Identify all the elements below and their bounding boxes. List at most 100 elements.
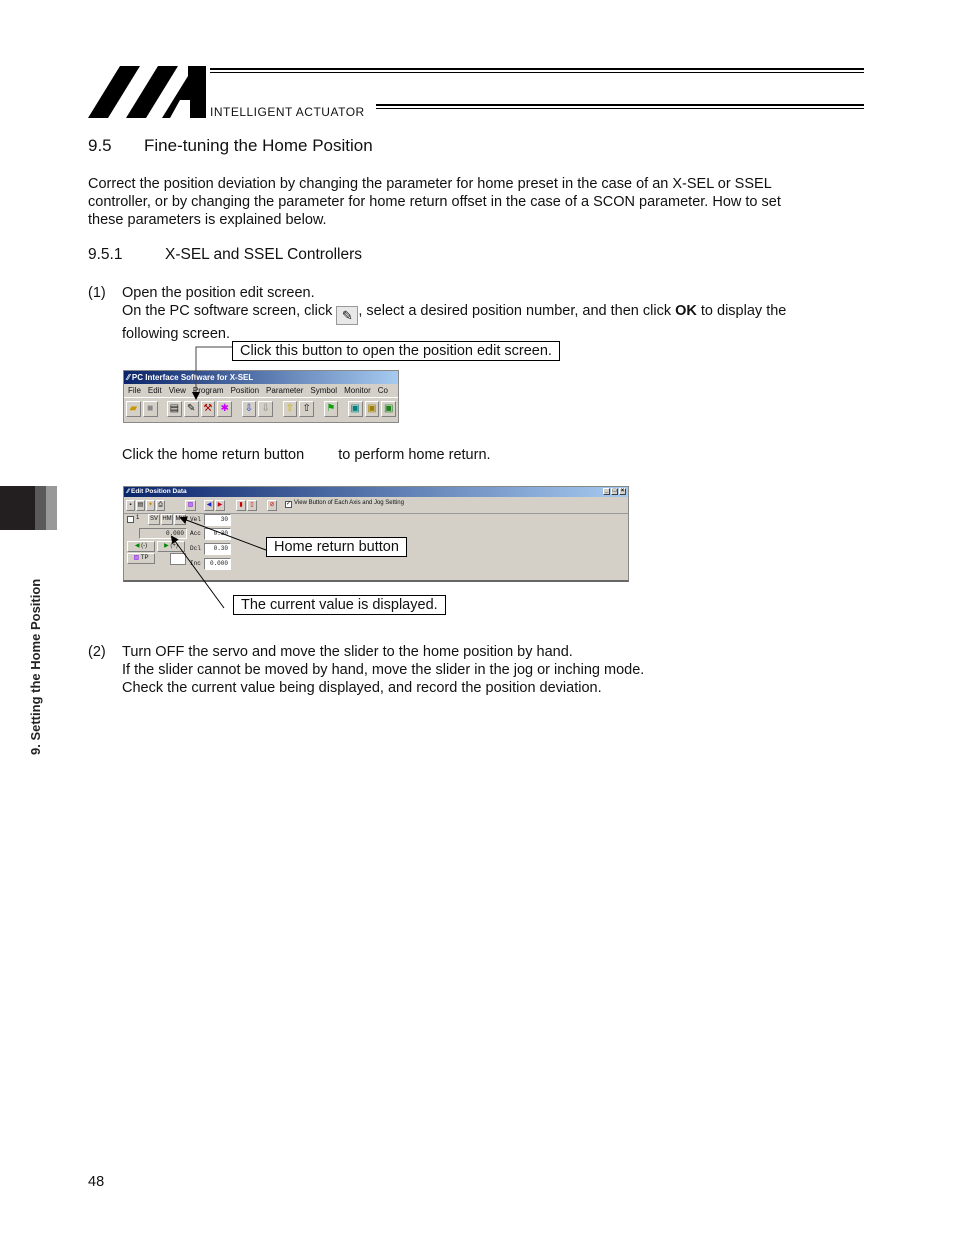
minimize-icon[interactable]: _ [603, 488, 610, 495]
servo-off-icon[interactable]: ▯ [247, 500, 257, 511]
step-line: If the slider cannot be moved by hand, m… [122, 662, 645, 678]
view-buttons-checkbox[interactable]: ✓ [285, 501, 292, 508]
arrow-up-icon[interactable]: ⇧ [299, 401, 315, 417]
inch-distance-field[interactable] [170, 553, 186, 565]
intro-paragraph: Correct the position deviation by changi… [88, 175, 848, 229]
jog-plus-button[interactable]: ▶ (+) [157, 541, 185, 552]
section-title: Fine-tuning the Home Position [144, 136, 373, 155]
chapter-label: 9. Setting the Home Position [28, 578, 43, 755]
text: to display the [696, 303, 787, 319]
menu-view[interactable]: View [169, 386, 186, 395]
dcl-field[interactable]: 0.30 [204, 543, 231, 555]
cube-1-icon[interactable]: ▣ [347, 401, 363, 417]
step2-text: Turn OFF the servo and move the slider t… [122, 643, 862, 697]
chapter-tab-shade [35, 486, 46, 530]
chapter-tab [0, 486, 35, 530]
toolbar: ▰ ■ ▤ ✎ ⚒ ✱ ⇩ ⇩ ⇧ ⇧ ⚑ ▣ ▣ ▣ [124, 398, 398, 420]
window-title: ⁄⁄ Edit Position Data _ □ × [124, 487, 628, 497]
field-label: Inc [190, 560, 201, 567]
section-heading: 9.5 Fine-tuning the Home Position [88, 136, 373, 156]
view-buttons-label: View Button of Each Axis and Jog Setting [294, 500, 404, 506]
intro-line: these parameters is explained below. [88, 212, 327, 228]
save-icon[interactable]: ▪ [126, 500, 135, 511]
label: (-) [141, 543, 148, 549]
close-icon[interactable]: × [619, 488, 626, 495]
header-rule [210, 72, 864, 73]
teach-icon[interactable]: ▧ [185, 500, 196, 511]
text: , select a desired position number, and … [358, 303, 676, 319]
arrow-up-filled-icon[interactable]: ⇧ [282, 401, 298, 417]
menu-symbol[interactable]: Symbol [310, 386, 337, 395]
title-text: PC Interface Software for X-SEL [131, 373, 254, 382]
print-icon[interactable]: ⎙ [156, 500, 165, 511]
step1-text: Open the position edit screen. On the PC… [122, 284, 862, 343]
arrow-right-icon: ▶ [164, 543, 169, 549]
position-edit-icon[interactable]: ✎ [183, 401, 199, 417]
menu-parameter[interactable]: Parameter [266, 386, 303, 395]
servo-button[interactable]: SV [148, 514, 160, 525]
window-controls: _ □ × [603, 488, 626, 495]
menu-position[interactable]: Position [231, 386, 259, 395]
step-number: (2) [88, 644, 106, 660]
cube-3-icon[interactable]: ▣ [381, 401, 397, 417]
position-checkbox[interactable] [127, 516, 134, 523]
text: Click the home return button [122, 447, 305, 463]
intro-line: controller, or by changing the parameter… [88, 194, 781, 210]
open-folder-icon[interactable]: ▰ [126, 401, 141, 417]
menu-bar: File Edit View Program Position Parameter Symb… [124, 384, 398, 398]
teach-button[interactable]: ▧ TP [127, 553, 155, 564]
step-line: On the PC software screen, click ✎, sele… [122, 302, 862, 325]
servo-on-icon[interactable]: ▮ [236, 500, 246, 511]
maximize-icon[interactable]: □ [611, 488, 618, 495]
cube-2-icon[interactable]: ▣ [364, 401, 380, 417]
subsection-title: X-SEL and SSEL Controllers [165, 246, 363, 263]
flag-icon[interactable]: ⚑ [323, 401, 339, 417]
arrow-left-icon: ◀ [134, 543, 140, 549]
menu-program[interactable]: Program [193, 386, 224, 395]
symbol-icon[interactable]: ✱ [217, 401, 233, 417]
header-rule [376, 108, 864, 109]
field-label: Vel [190, 516, 201, 523]
upload-icon[interactable]: ⇩ [258, 401, 274, 417]
menu-more[interactable]: Co [378, 386, 388, 395]
field-label: Dcl [190, 545, 201, 552]
jog-minus-button[interactable]: ◀ (-) [127, 541, 155, 552]
tools-icon[interactable]: ⚒ [200, 401, 216, 417]
home-return-instruction: Click the home return button to perform … [122, 446, 491, 464]
label: TP [140, 555, 149, 561]
home-button[interactable]: HM [161, 514, 173, 525]
text: On the PC software screen, click [122, 303, 337, 319]
chapter-tab-shade [46, 486, 57, 530]
menu-edit[interactable]: Edit [148, 386, 162, 395]
stop-icon[interactable]: ⊘ [267, 500, 277, 511]
section-number: 9.5 [88, 136, 112, 155]
prev-icon[interactable]: ◀ [204, 500, 214, 511]
inc-field[interactable]: 0.000 [204, 558, 231, 570]
download-icon[interactable]: ⇩ [241, 401, 257, 417]
label: (+) [170, 543, 178, 549]
acc-field[interactable]: 0.30 [204, 528, 231, 540]
program-edit-icon[interactable]: ▤ [167, 401, 182, 417]
position-edit-icon: ✎ [336, 306, 359, 325]
import-icon[interactable]: ▤ [136, 500, 145, 511]
callout-home-return: Home return button [266, 537, 407, 557]
edit-position-window-screenshot: ⁄⁄ Edit Position Data _ □ × ▪ ▤ ✦ ⎙ ▧ ◀ ▶ … [123, 486, 629, 582]
position-number: 1 [136, 515, 140, 521]
vel-field[interactable]: 30 [204, 514, 231, 526]
software-window-screenshot: ⁄⁄ PC Interface Software for X-SEL File E… [123, 370, 399, 423]
menu-monitor[interactable]: Monitor [344, 386, 371, 395]
iai-logo [88, 66, 206, 118]
title-text: Edit Position Data [130, 488, 187, 495]
next-icon[interactable]: ▶ [215, 500, 225, 511]
callout-edit-button: Click this button to open the position e… [232, 341, 560, 361]
menu-file[interactable]: File [128, 386, 141, 395]
ok-label: OK [675, 303, 697, 319]
divider [124, 513, 628, 514]
intro-line: Correct the position deviation by changi… [88, 176, 772, 192]
stop-icon[interactable]: ■ [142, 401, 158, 417]
teach-icon: ▧ [133, 555, 140, 561]
flash-icon[interactable]: ✦ [146, 500, 155, 511]
header-rule [376, 104, 864, 106]
current-value-display: 0.000 [139, 528, 187, 539]
move-button[interactable]: MV [174, 514, 186, 525]
